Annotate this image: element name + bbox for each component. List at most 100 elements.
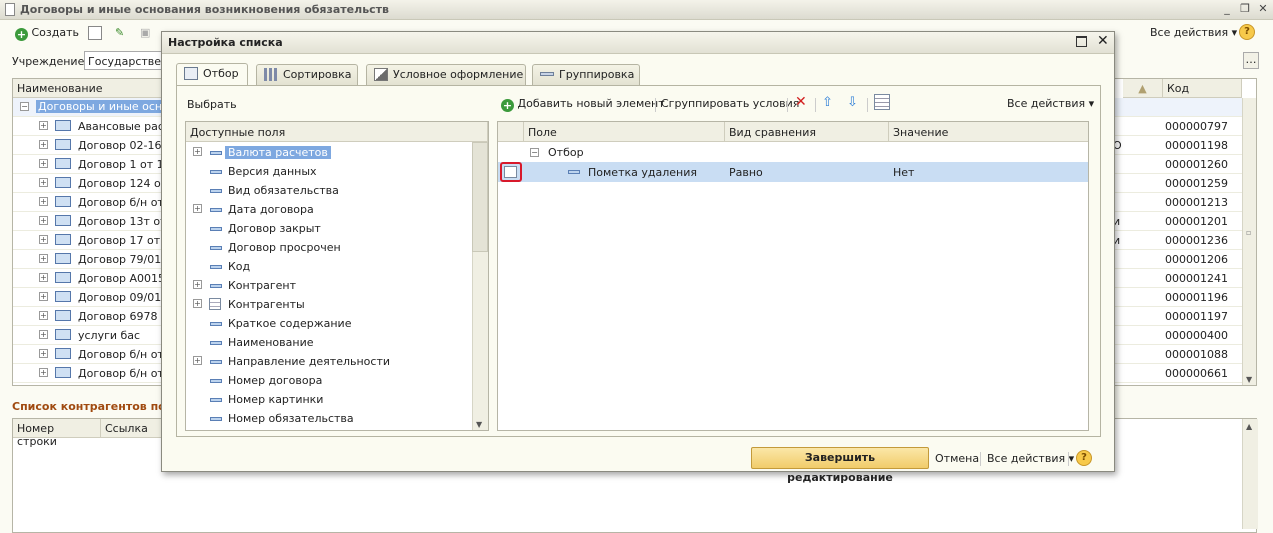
select-button[interactable]: … [1243,52,1259,69]
filter-tab-icon [184,67,198,80]
expand-icon[interactable]: + [39,254,48,263]
field-label: Контрагенты [228,298,305,311]
field-item[interactable]: + Направление деятельности [186,352,476,371]
minimize-icon[interactable]: _ [1220,2,1234,16]
folder-icon [55,272,71,283]
expand-icon[interactable]: + [39,140,48,149]
close-icon[interactable]: ✕ [1256,2,1270,16]
expand-icon[interactable]: + [193,356,202,365]
field-icon [210,265,222,269]
scroll-thumb[interactable] [472,142,488,252]
use-condition-checkbox[interactable] [504,166,517,178]
expand-icon[interactable]: + [193,280,202,289]
condition-group-row[interactable]: − Отбор [498,143,1088,162]
field-item[interactable]: + Дата договора [186,200,476,219]
field-item[interactable]: Номер обязательства [186,409,476,428]
subsection-title: Список контрагентов по [12,400,166,413]
vertical-scrollbar[interactable]: ▫ ▼ [1242,98,1256,385]
filter-label: Учреждение: [12,55,89,68]
row-code: 000001088 [1165,348,1228,361]
column-header-code[interactable]: Код [1163,79,1242,98]
help-button[interactable]: ? [1239,24,1255,40]
finish-editing-button[interactable]: Завершить редактирование [751,447,929,484]
scroll-down-icon[interactable]: ▼ [1246,375,1252,384]
row-name: Договор б/н от 2 [78,367,175,380]
field-icon [210,398,222,402]
row-name: Договор 124 от [78,177,168,190]
expand-icon[interactable]: + [39,178,48,187]
condition-comparison[interactable]: Равно [729,166,763,179]
field-icon [210,417,222,421]
field-icon [210,284,222,288]
field-item[interactable]: Код [186,257,476,276]
sort-icon[interactable]: ▲ [1123,79,1163,98]
folder-icon [55,291,71,302]
scroll-thumb[interactable]: ▫ [1246,228,1251,237]
field-item[interactable]: Договор просрочен [186,238,476,257]
field-item[interactable]: Версия данных [186,162,476,181]
expand-icon[interactable]: + [39,292,48,301]
footer-all-actions-menu[interactable]: Все действия ▾ [987,452,1074,465]
add-element-button[interactable]: + Добавить новый элемент [501,97,665,112]
field-item[interactable]: Вид обязательства [186,181,476,200]
scroll-up-icon[interactable]: ▲ [1246,422,1252,431]
condition-row[interactable]: Пометка удаления Равно Нет [498,162,1088,182]
column-header-name[interactable]: Наименование [13,79,173,98]
folder-icon [55,196,71,207]
column-header-row-number[interactable]: Номер строки [13,419,101,448]
dialog-help-button[interactable]: ? [1076,450,1092,466]
field-label: Вид обязательства [228,184,339,197]
expand-icon[interactable]: + [39,121,48,130]
expand-icon[interactable]: + [193,147,202,156]
tab-sort[interactable]: Сортировка [256,64,358,85]
scroll-down-icon[interactable]: ▼ [476,420,482,429]
field-item[interactable]: Номер картинки [186,390,476,409]
move-down-icon[interactable]: ⇩ [847,95,858,110]
expand-icon[interactable]: + [39,216,48,225]
delete-icon[interactable]: ▣ [140,26,150,39]
condition-value[interactable]: Нет [893,166,914,179]
field-item[interactable]: Номер договора [186,371,476,390]
cancel-button[interactable]: Отмена [935,452,979,465]
expand-icon[interactable]: + [39,330,48,339]
restore-icon[interactable]: ❐ [1238,2,1252,16]
create-button[interactable]: + Создать [15,26,79,41]
dialog-close-icon[interactable]: ✕ [1097,33,1109,49]
expand-icon[interactable]: + [39,368,48,377]
field-item[interactable]: Договор закрыт [186,219,476,238]
maximize-icon[interactable] [1076,36,1087,47]
vertical-scrollbar-2[interactable]: ▲ [1242,419,1258,529]
collapse-icon[interactable]: − [20,102,29,111]
delete-icon[interactable]: ✕ [795,94,807,110]
institution-field[interactable]: Государственн [84,51,164,70]
expand-icon[interactable]: + [39,349,48,358]
all-actions-menu[interactable]: Все действия ▾ [1150,26,1237,39]
field-item[interactable]: + Контрагент [186,276,476,295]
tab-grouping[interactable]: Группировка [532,64,640,85]
group-conditions-button[interactable]: Сгруппировать условия [661,97,799,110]
expand-icon[interactable]: + [39,197,48,206]
field-label: Контрагент [228,279,297,292]
move-up-icon[interactable]: ⇧ [822,95,833,110]
row-name: Договор 6978 от [78,310,175,323]
expand-icon[interactable]: + [39,235,48,244]
edit-icon[interactable]: ✎ [115,26,124,39]
tab-conditional-format[interactable]: Условное оформление [366,64,526,85]
field-item[interactable]: + Контрагенты [186,295,476,314]
select-fields-icon[interactable] [874,94,890,110]
condition-field: Пометка удаления [588,166,697,179]
fields-scrollbar[interactable]: ▼ [472,142,488,430]
expand-icon[interactable]: + [39,311,48,320]
expand-icon[interactable]: + [39,273,48,282]
field-item[interactable]: Наименование [186,333,476,352]
expand-icon[interactable]: + [39,159,48,168]
all-actions-menu[interactable]: Все действия ▾ [1007,97,1094,110]
expand-icon[interactable]: + [193,299,202,308]
field-item[interactable]: + Валюта расчетов [186,143,476,162]
copy-icon[interactable] [88,26,102,40]
field-item[interactable]: Краткое содержание [186,314,476,333]
collapse-icon[interactable]: − [530,148,539,157]
tab-filter[interactable]: Отбор [176,63,248,86]
expand-icon[interactable]: + [193,204,202,213]
add-icon: + [501,99,514,112]
